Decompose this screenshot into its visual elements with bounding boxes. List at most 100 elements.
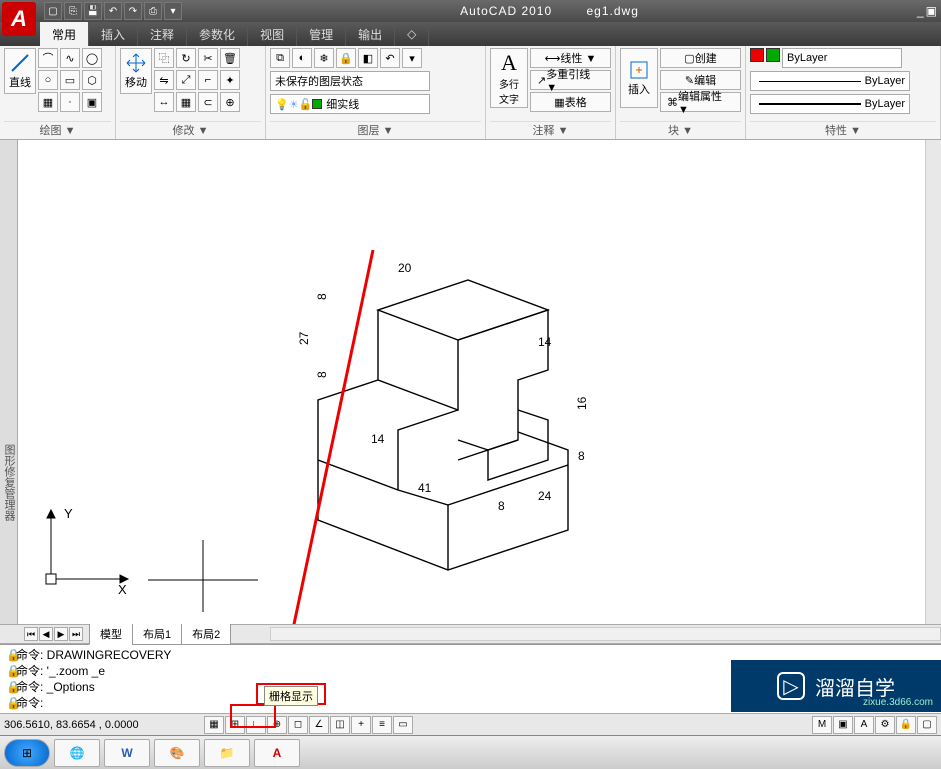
mirror-icon[interactable]: ⇋ bbox=[154, 70, 174, 90]
linetype-combo[interactable]: ByLayer bbox=[750, 71, 910, 91]
qat-redo-icon[interactable]: ↷ bbox=[124, 2, 142, 20]
block-create-button[interactable]: ▢ 创建 bbox=[660, 48, 741, 68]
offset-icon[interactable]: ⊂ bbox=[198, 92, 218, 112]
cleanscreen-icon[interactable]: ▢ bbox=[917, 716, 937, 734]
tab-nav-last-icon[interactable]: ⏭ bbox=[69, 627, 83, 641]
qat-save-icon[interactable]: 💾 bbox=[84, 2, 102, 20]
tab-home[interactable]: 常用 bbox=[40, 22, 89, 46]
polygon-icon[interactable]: ⬡ bbox=[82, 70, 102, 90]
annoscale-icon[interactable]: A bbox=[854, 716, 874, 734]
app-title: AutoCAD 2010 bbox=[460, 4, 552, 18]
ellipse-icon[interactable]: ◯ bbox=[82, 48, 102, 68]
layer-lock-icon[interactable]: 🔒 bbox=[336, 48, 356, 68]
circle-icon[interactable]: ○ bbox=[38, 70, 58, 90]
fillet-icon[interactable]: ⌐ bbox=[198, 70, 218, 90]
osnap-toggle[interactable]: ◻ bbox=[288, 716, 308, 734]
vertical-scrollbar[interactable] bbox=[925, 140, 941, 624]
recovery-sidebar[interactable]: 图形修复管理器 bbox=[0, 140, 18, 624]
scale-icon[interactable]: ⤢ bbox=[176, 70, 196, 90]
tab-layout1[interactable]: 布局1 bbox=[132, 623, 182, 645]
tab-annotate[interactable]: 注释 bbox=[138, 22, 187, 46]
model-button[interactable]: M bbox=[812, 716, 832, 734]
hatch-icon[interactable]: ▦ bbox=[38, 92, 58, 112]
tab-nav-first-icon[interactable]: ⏮ bbox=[24, 627, 38, 641]
layer-state-combo[interactable]: 未保存的图层状态 bbox=[270, 71, 430, 91]
move-button[interactable]: 移动 bbox=[120, 48, 152, 94]
qp-toggle[interactable]: ▭ bbox=[393, 716, 413, 734]
explorer-task-icon[interactable]: 📁 bbox=[204, 739, 250, 767]
mleader-button[interactable]: ↗ 多重引线 ▼ bbox=[530, 70, 611, 90]
layer-off-icon[interactable]: ◐ bbox=[292, 48, 312, 68]
svg-text:27: 27 bbox=[297, 331, 311, 345]
color-red-icon[interactable] bbox=[750, 48, 764, 62]
word-task-icon[interactable]: W bbox=[104, 739, 150, 767]
tab-layout2[interactable]: 布局2 bbox=[181, 623, 231, 645]
copy-icon[interactable]: ⿻ bbox=[154, 48, 174, 68]
tab-view[interactable]: 视图 bbox=[248, 22, 297, 46]
qat-undo-icon[interactable]: ↶ bbox=[104, 2, 122, 20]
table-button[interactable]: ▦ 表格 bbox=[530, 92, 611, 112]
rotate-icon[interactable]: ↻ bbox=[176, 48, 196, 68]
quickview-icon[interactable]: ▣ bbox=[833, 716, 853, 734]
tab-parametric[interactable]: 参数化 bbox=[187, 22, 248, 46]
snap-toggle[interactable]: ▦ bbox=[204, 716, 224, 734]
layer-more-icon[interactable]: ▾ bbox=[402, 48, 422, 68]
panel-properties: ByLayer ByLayer ByLayer 特性 ▼ bbox=[746, 46, 941, 139]
qat-more-icon[interactable]: ▾ bbox=[164, 2, 182, 20]
color-combo[interactable]: ByLayer bbox=[782, 48, 902, 68]
tab-apps[interactable]: ◇ bbox=[395, 22, 429, 46]
join-icon[interactable]: ⊕ bbox=[220, 92, 240, 112]
mtext-button[interactable]: A 多行 文字 bbox=[490, 48, 528, 108]
layer-freeze-icon[interactable]: ❄ bbox=[314, 48, 334, 68]
ducs-toggle[interactable]: ◫ bbox=[330, 716, 350, 734]
qat-print-icon[interactable]: ⎙ bbox=[144, 2, 162, 20]
start-button[interactable]: ⊞ bbox=[4, 739, 50, 767]
layer-current-combo[interactable]: 💡☀🔓 细实线 bbox=[270, 94, 430, 114]
tab-manage[interactable]: 管理 bbox=[297, 22, 346, 46]
drawing-canvas[interactable]: Y X 20 bbox=[18, 140, 925, 624]
minimize-icon[interactable]: _ bbox=[917, 4, 924, 18]
block-insert-button[interactable]: 插入 bbox=[620, 48, 658, 108]
workarea: 图形修复管理器 Y X bbox=[0, 140, 941, 624]
lwt-toggle[interactable]: ≡ bbox=[372, 716, 392, 734]
point-icon[interactable]: · bbox=[60, 92, 80, 112]
rect-icon[interactable]: ▭ bbox=[60, 70, 80, 90]
autocad-task-icon[interactable]: A bbox=[254, 739, 300, 767]
explode-icon[interactable]: ✦ bbox=[220, 70, 240, 90]
dyn-toggle[interactable]: + bbox=[351, 716, 371, 734]
line-button[interactable]: 直线 bbox=[4, 48, 36, 94]
paint-task-icon[interactable]: 🎨 bbox=[154, 739, 200, 767]
tab-nav-prev-icon[interactable]: ◀ bbox=[39, 627, 53, 641]
layer-props-icon[interactable]: ⧉ bbox=[270, 48, 290, 68]
dim-linear-button[interactable]: ⟷ 线性 ▼ bbox=[530, 48, 611, 68]
tab-nav-next-icon[interactable]: ▶ bbox=[54, 627, 68, 641]
lineweight-combo[interactable]: ByLayer bbox=[750, 94, 910, 114]
color-green-icon[interactable] bbox=[766, 48, 780, 62]
layer-iso-icon[interactable]: ◧ bbox=[358, 48, 378, 68]
qat-open-icon[interactable]: ⎘ bbox=[64, 2, 82, 20]
panel-block: 插入 ▢ 创建 ✎ 编辑 ⌘ 编辑属性 ▼ 块 ▼ bbox=[616, 46, 746, 139]
block-edit-button[interactable]: ✎ 编辑 bbox=[660, 70, 741, 90]
trim-icon[interactable]: ✂ bbox=[198, 48, 218, 68]
panel-layer-label: 图层 ▼ bbox=[270, 121, 481, 139]
arc-icon[interactable]: ⌒ bbox=[38, 48, 58, 68]
tab-output[interactable]: 输出 bbox=[346, 22, 395, 46]
qat-new-icon[interactable]: ▢ bbox=[44, 2, 62, 20]
array-icon[interactable]: ▦ bbox=[176, 92, 196, 112]
block-attr-button[interactable]: ⌘ 编辑属性 ▼ bbox=[660, 92, 741, 112]
svg-text:8: 8 bbox=[315, 293, 329, 300]
layer-prev-icon[interactable]: ↶ bbox=[380, 48, 400, 68]
restore-icon[interactable]: ▣ bbox=[926, 4, 937, 18]
otrack-toggle[interactable]: ∠ bbox=[309, 716, 329, 734]
browser-task-icon[interactable]: 🌐 bbox=[54, 739, 100, 767]
horizontal-scrollbar[interactable] bbox=[270, 627, 941, 641]
workspace-icon[interactable]: ⚙ bbox=[875, 716, 895, 734]
tab-model[interactable]: 模型 bbox=[89, 623, 133, 645]
app-menu-button[interactable]: A bbox=[2, 2, 36, 36]
region-icon[interactable]: ▣ bbox=[82, 92, 102, 112]
lock-ui-icon[interactable]: 🔒 bbox=[896, 716, 916, 734]
stretch-icon[interactable]: ↔ bbox=[154, 92, 174, 112]
erase-icon[interactable]: 🗑 bbox=[220, 48, 240, 68]
spline-icon[interactable]: ∿ bbox=[60, 48, 80, 68]
tab-insert[interactable]: 插入 bbox=[89, 22, 138, 46]
